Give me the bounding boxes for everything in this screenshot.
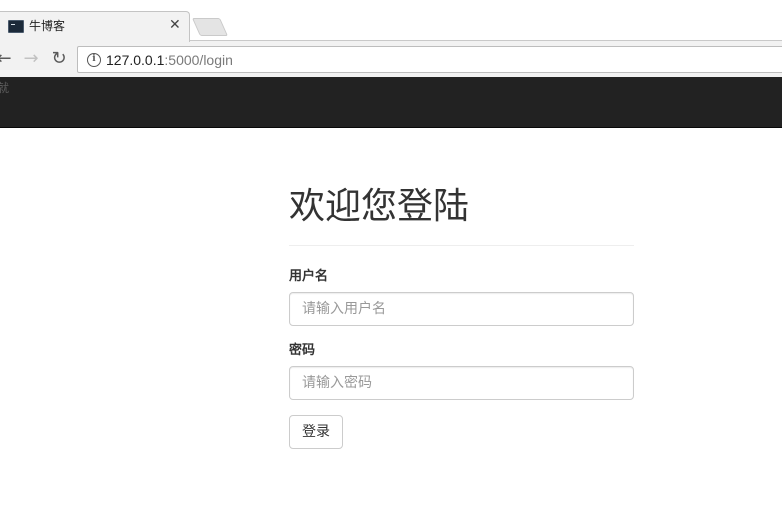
- password-label: 密码: [289, 343, 316, 358]
- navbar-brand[interactable]: 就: [0, 81, 9, 95]
- browser-tab[interactable]: 牛博客 ✕: [0, 11, 190, 42]
- info-icon[interactable]: i: [87, 53, 101, 67]
- url-path: :5000/login: [164, 52, 233, 68]
- tab-title: 牛博客: [29, 19, 66, 33]
- reload-icon[interactable]: ↻: [49, 49, 69, 69]
- url-text[interactable]: 127.0.0.1:5000/login: [106, 51, 233, 69]
- login-button[interactable]: 登录: [289, 415, 343, 449]
- tab-strip: 牛博客 ✕: [0, 0, 782, 42]
- title-divider: [289, 245, 634, 246]
- browser-toolbar: ← → ↻ i 127.0.0.1:5000/login: [0, 41, 782, 77]
- username-input[interactable]: [289, 292, 634, 326]
- username-label: 用户名: [289, 269, 329, 284]
- address-bar[interactable]: i 127.0.0.1:5000/login: [77, 46, 782, 73]
- terminal-favicon-icon: [8, 20, 24, 33]
- forward-arrow-icon[interactable]: →: [21, 49, 41, 69]
- back-arrow-icon[interactable]: ←: [0, 49, 14, 69]
- password-input[interactable]: [289, 366, 634, 400]
- page-title: 欢迎您登陆: [289, 186, 470, 227]
- close-icon[interactable]: ✕: [169, 16, 181, 34]
- site-navbar: 就: [0, 77, 782, 128]
- url-host: 127.0.0.1: [106, 52, 165, 68]
- new-tab-button[interactable]: [191, 18, 229, 36]
